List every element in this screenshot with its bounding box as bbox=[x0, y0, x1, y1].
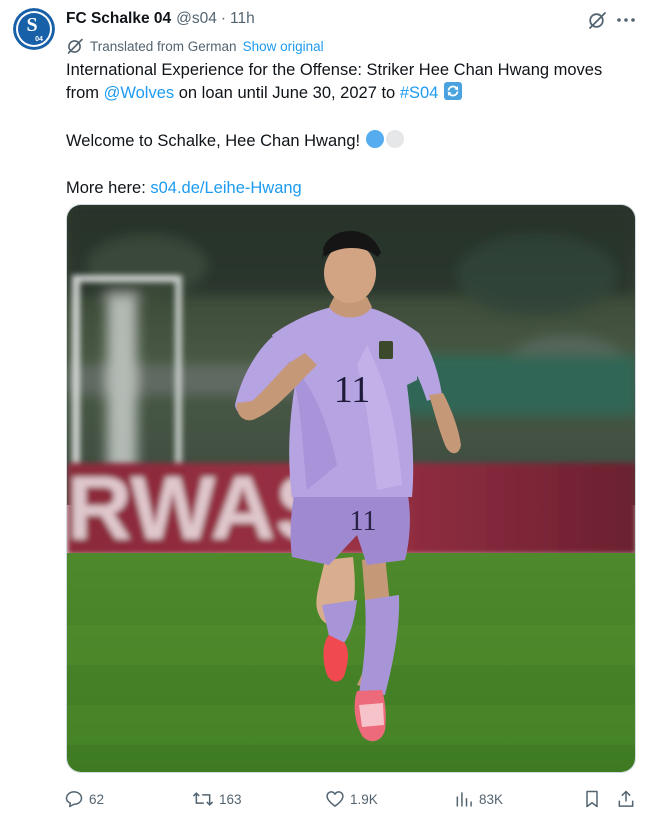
views-count: 83K bbox=[479, 791, 504, 807]
tweet-paragraph-3: More here: s04.de/Leihe-Hwang bbox=[66, 177, 636, 199]
grok-icon bbox=[589, 12, 606, 29]
player-photo-image: RWAS 11 11 bbox=[67, 205, 635, 772]
share-icon bbox=[618, 790, 634, 807]
grok-button[interactable] bbox=[586, 9, 608, 31]
tweet-text-part: on loan until June 30, 2027 to bbox=[174, 84, 400, 102]
tweet-header: FC Schalke 04 @s04 · 11h bbox=[66, 9, 255, 29]
separator-dot: · bbox=[220, 10, 227, 27]
repost-button[interactable]: 163 bbox=[192, 787, 242, 811]
translation-row: Translated from German Show original bbox=[66, 36, 324, 56]
translated-label: Translated from German bbox=[90, 38, 237, 54]
like-count: 1.9K bbox=[350, 791, 378, 807]
repost-count: 163 bbox=[219, 791, 242, 807]
reply-icon bbox=[65, 791, 83, 808]
crest-letter: S bbox=[26, 14, 37, 36]
tweet-photo[interactable]: RWAS 11 11 bbox=[66, 204, 636, 773]
views-button[interactable]: 83K bbox=[454, 787, 503, 811]
reply-count: 62 bbox=[89, 791, 105, 807]
reply-button[interactable]: 62 bbox=[64, 787, 104, 811]
hashtag-link[interactable]: #S04 bbox=[400, 84, 439, 102]
blue-circle-emoji bbox=[365, 129, 385, 155]
account-handle[interactable]: @s04 bbox=[176, 10, 217, 28]
jersey-number: 11 bbox=[334, 369, 371, 411]
account-name[interactable]: FC Schalke 04 bbox=[66, 10, 171, 28]
like-button[interactable]: 1.9K bbox=[325, 787, 378, 811]
more-options-button[interactable] bbox=[614, 9, 638, 31]
show-original-link[interactable]: Show original bbox=[243, 39, 324, 54]
repost-icon bbox=[192, 792, 214, 806]
tweet-paragraph-2: Welcome to Schalke, Hee Chan Hwang! bbox=[66, 129, 636, 155]
bookmark-icon bbox=[586, 790, 598, 808]
avatar[interactable]: S 04 bbox=[13, 8, 55, 50]
timestamp[interactable]: 11h bbox=[230, 10, 255, 28]
mention-link[interactable]: @Wolves bbox=[104, 84, 175, 102]
grok-translate-icon bbox=[66, 37, 84, 55]
white-circle-emoji bbox=[385, 129, 405, 155]
more-dots-icon bbox=[617, 18, 635, 22]
tweet-paragraph-1: International Experience for the Offense… bbox=[66, 59, 636, 107]
shorts-number: 11 bbox=[350, 506, 377, 537]
bookmark-button[interactable] bbox=[583, 787, 601, 811]
share-button[interactable] bbox=[616, 787, 636, 811]
heart-icon bbox=[326, 791, 344, 807]
repeat-button-emoji bbox=[443, 81, 463, 107]
views-chart-icon bbox=[456, 792, 472, 807]
tweet-text: International Experience for the Offense… bbox=[66, 59, 636, 199]
crest-digits: 04 bbox=[35, 36, 43, 43]
schalke-crest-icon: S 04 bbox=[13, 8, 55, 50]
tweet-actions: 62 163 1.9K 83K bbox=[60, 787, 640, 811]
more-here-label: More here: bbox=[66, 179, 151, 197]
welcome-text: Welcome to Schalke, Hee Chan Hwang! bbox=[66, 132, 365, 150]
article-link[interactable]: s04.de/Leihe-Hwang bbox=[150, 179, 301, 197]
